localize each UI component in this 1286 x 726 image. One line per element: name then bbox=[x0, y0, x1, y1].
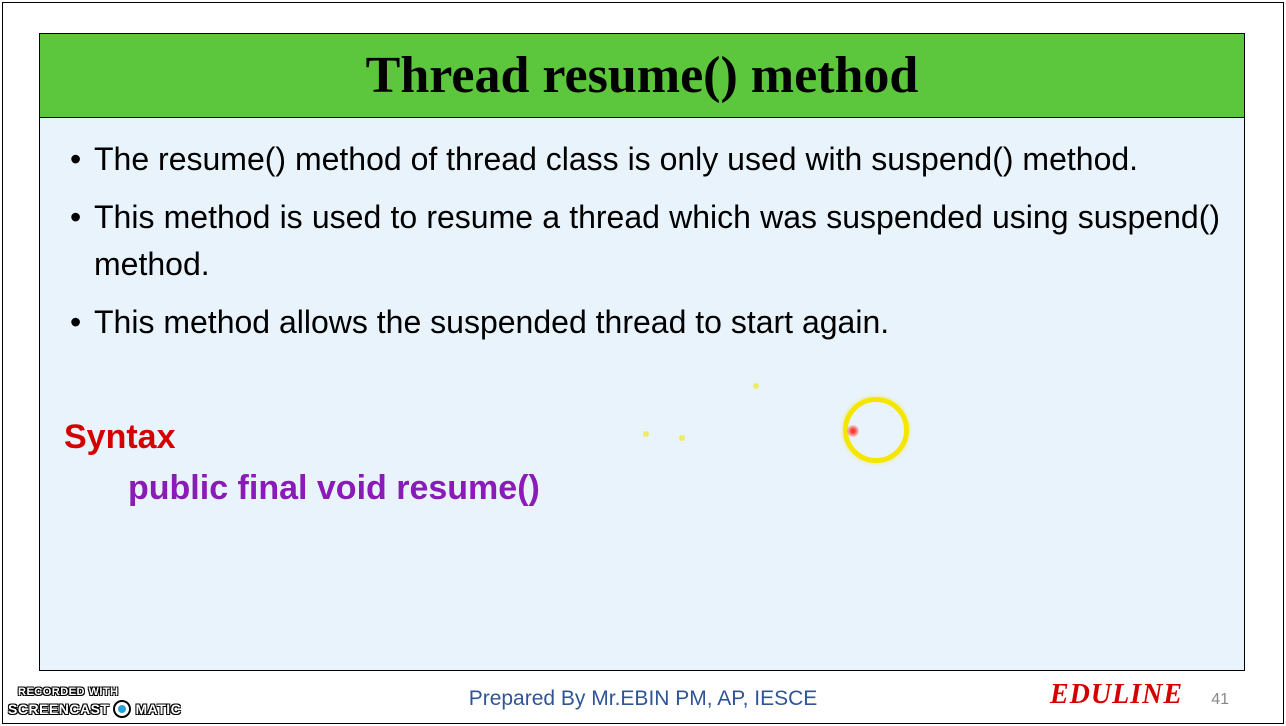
outer-frame: Thread resume() method The resume() meth… bbox=[2, 2, 1284, 724]
footer-author: Prepared By Mr.EBIN PM, AP, IESCE bbox=[469, 687, 818, 711]
bullet-item: The resume() method of thread class is o… bbox=[64, 136, 1220, 182]
trail-speck bbox=[753, 383, 759, 389]
bullet-list: The resume() method of thread class is o… bbox=[64, 136, 1220, 346]
syntax-code: public final void resume() bbox=[64, 469, 1220, 508]
syntax-heading: Syntax bbox=[64, 418, 1220, 457]
trail-speck bbox=[643, 431, 649, 437]
trail-speck bbox=[679, 435, 685, 441]
slide-frame: Thread resume() method The resume() meth… bbox=[39, 33, 1245, 671]
slide-header: Thread resume() method bbox=[40, 34, 1244, 118]
slide-footer: Prepared By Mr.EBIN PM, AP, IESCE EDULIN… bbox=[3, 683, 1283, 711]
bullet-item: This method is used to resume a thread w… bbox=[64, 194, 1220, 287]
slide-title: Thread resume() method bbox=[366, 46, 919, 105]
footer-page-number: 41 bbox=[1211, 691, 1229, 709]
bullet-item: This method allows the suspended thread … bbox=[64, 299, 1220, 345]
slide-body: The resume() method of thread class is o… bbox=[40, 118, 1244, 670]
cursor-dot bbox=[847, 425, 859, 437]
footer-brand: EDULINE bbox=[1050, 679, 1183, 711]
